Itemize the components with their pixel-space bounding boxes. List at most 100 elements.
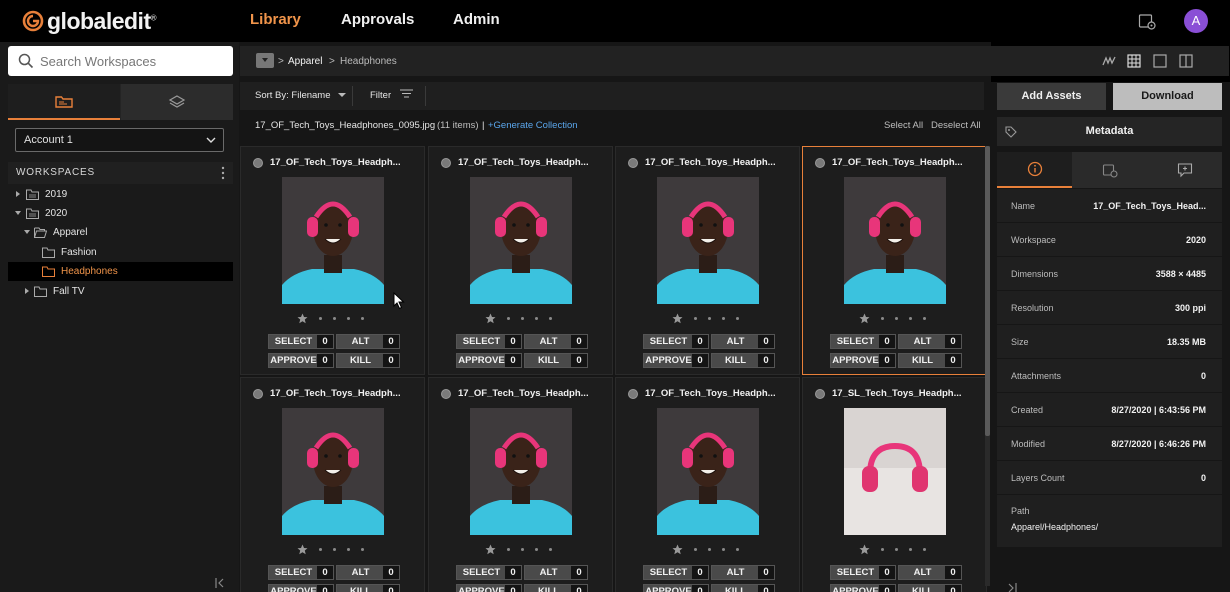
- select-radio[interactable]: [628, 158, 638, 168]
- asset-thumbnail[interactable]: [470, 408, 572, 535]
- select-radio[interactable]: [441, 389, 451, 399]
- star-icon[interactable]: [485, 313, 496, 324]
- globaledit-logo[interactable]: globaledit®: [22, 4, 157, 38]
- asset-thumbnail[interactable]: [657, 408, 759, 535]
- tab-collections[interactable]: [121, 84, 233, 120]
- select-vote-button[interactable]: SELECT 0: [643, 334, 709, 349]
- select-radio[interactable]: [628, 389, 638, 399]
- collapse-sidebar-icon[interactable]: [214, 577, 226, 589]
- select-all-link[interactable]: Select All: [884, 114, 923, 138]
- breadcrumb-headphones[interactable]: Headphones: [340, 56, 397, 67]
- asset-card[interactable]: 17_OF_Tech_Toys_Headph... SELECT 0 ALT 0 APPR…: [802, 146, 987, 375]
- rating-dot[interactable]: [521, 316, 524, 320]
- star-icon[interactable]: [297, 313, 308, 324]
- tree-item-fashion[interactable]: Fashion: [8, 243, 233, 262]
- caret-right-icon[interactable]: [15, 191, 21, 197]
- account-dropdown[interactable]: Account 1: [15, 128, 224, 152]
- filter-button[interactable]: Filter: [370, 82, 413, 110]
- compare-view-icon[interactable]: [1178, 53, 1194, 69]
- rating-dot[interactable]: [881, 547, 884, 551]
- asset-thumbnail[interactable]: [470, 177, 572, 304]
- workspace-search-box[interactable]: [8, 46, 233, 76]
- sort-dropdown[interactable]: Sort By: Filename: [255, 82, 347, 110]
- rating-dot[interactable]: [722, 316, 725, 320]
- scrollbar-thumb[interactable]: [985, 146, 990, 436]
- rating-dot[interactable]: [347, 547, 350, 551]
- rating-dot[interactable]: [319, 316, 322, 320]
- star-icon[interactable]: [297, 544, 308, 555]
- collapse-panel-icon[interactable]: [1006, 582, 1018, 592]
- select-vote-button[interactable]: SELECT 0: [456, 565, 522, 580]
- approve-vote-button[interactable]: APPROVE 0: [643, 353, 709, 368]
- grid-scrollbar[interactable]: [985, 146, 990, 586]
- tab-workspaces[interactable]: [8, 84, 120, 120]
- rating-dot[interactable]: [909, 547, 912, 551]
- select-radio[interactable]: [815, 389, 825, 399]
- add-assets-button[interactable]: Add Assets: [997, 83, 1106, 110]
- rating-dot[interactable]: [736, 316, 739, 320]
- select-vote-button[interactable]: SELECT 0: [830, 334, 896, 349]
- asset-card[interactable]: 17_SL_Tech_Toys_Headph... SELECT 0 ALT 0 APPR…: [802, 377, 987, 592]
- rating-dot[interactable]: [909, 316, 912, 320]
- star-icon[interactable]: [485, 544, 496, 555]
- rating-dot[interactable]: [535, 316, 538, 320]
- alt-vote-button[interactable]: ALT 0: [336, 334, 400, 349]
- alt-vote-button[interactable]: ALT 0: [711, 334, 775, 349]
- tree-item-fall-tv[interactable]: Fall TV: [8, 282, 233, 301]
- kill-vote-button[interactable]: KILL 0: [898, 353, 962, 368]
- user-avatar[interactable]: A: [1184, 9, 1208, 33]
- tree-item-2020[interactable]: 2020: [8, 204, 233, 223]
- select-radio[interactable]: [253, 389, 263, 399]
- approve-vote-button[interactable]: APPROVE 0: [643, 584, 709, 592]
- rating-dot[interactable]: [535, 547, 538, 551]
- download-button[interactable]: Download: [1113, 83, 1222, 110]
- breadcrumb-apparel[interactable]: Apparel: [288, 56, 322, 67]
- kill-vote-button[interactable]: KILL 0: [524, 584, 588, 592]
- kill-vote-button[interactable]: KILL 0: [336, 353, 400, 368]
- caret-down-icon[interactable]: [15, 210, 21, 216]
- alt-vote-button[interactable]: ALT 0: [898, 334, 962, 349]
- more-options-icon[interactable]: [221, 166, 225, 180]
- alt-vote-button[interactable]: ALT 0: [524, 565, 588, 580]
- approve-vote-button[interactable]: APPROVE 0: [830, 584, 896, 592]
- rating-stars[interactable]: [297, 313, 364, 323]
- search-input[interactable]: [40, 46, 225, 76]
- asset-card[interactable]: 17_OF_Tech_Toys_Headph... SELECT 0 ALT 0 APPR…: [615, 146, 800, 375]
- grid-view-icon[interactable]: [1126, 53, 1142, 69]
- rating-stars[interactable]: [485, 544, 552, 554]
- tab-versions[interactable]: [1072, 152, 1147, 188]
- tree-item-apparel[interactable]: Apparel: [8, 223, 233, 242]
- select-vote-button[interactable]: SELECT 0: [268, 565, 334, 580]
- rating-stars[interactable]: [672, 544, 739, 554]
- rating-dot[interactable]: [361, 547, 364, 551]
- rating-stars[interactable]: [485, 313, 552, 323]
- tree-item-headphones[interactable]: Headphones: [8, 262, 233, 281]
- caret-right-icon[interactable]: [24, 288, 30, 294]
- tab-info[interactable]: [997, 152, 1072, 188]
- star-icon[interactable]: [672, 544, 683, 555]
- asset-card[interactable]: 17_OF_Tech_Toys_Headph... SELECT 0 ALT 0 APPR…: [428, 146, 613, 375]
- nav-library[interactable]: Library: [250, 11, 301, 28]
- select-radio[interactable]: [815, 158, 825, 168]
- rating-dot[interactable]: [333, 316, 336, 320]
- alt-vote-button[interactable]: ALT 0: [711, 565, 775, 580]
- asset-card[interactable]: 17_OF_Tech_Toys_Headph... SELECT 0 ALT 0 APPR…: [240, 377, 425, 592]
- single-view-icon[interactable]: [1152, 53, 1168, 69]
- asset-card[interactable]: 17_OF_Tech_Toys_Headph... SELECT 0 ALT 0 APPR…: [240, 146, 425, 375]
- rating-dot[interactable]: [549, 316, 552, 320]
- rating-dot[interactable]: [319, 547, 322, 551]
- asset-thumbnail[interactable]: [844, 408, 946, 535]
- kill-vote-button[interactable]: KILL 0: [898, 584, 962, 592]
- folder-dropdown-icon[interactable]: [256, 53, 274, 68]
- tree-item-2019[interactable]: 2019: [8, 185, 233, 204]
- rating-dot[interactable]: [708, 316, 711, 320]
- select-vote-button[interactable]: SELECT 0: [456, 334, 522, 349]
- rating-stars[interactable]: [672, 313, 739, 323]
- rating-dot[interactable]: [694, 316, 697, 320]
- kill-vote-button[interactable]: KILL 0: [336, 584, 400, 592]
- alt-vote-button[interactable]: ALT 0: [336, 565, 400, 580]
- rating-dot[interactable]: [507, 547, 510, 551]
- rating-dot[interactable]: [895, 316, 898, 320]
- asset-thumbnail[interactable]: [657, 177, 759, 304]
- rating-dot[interactable]: [521, 547, 524, 551]
